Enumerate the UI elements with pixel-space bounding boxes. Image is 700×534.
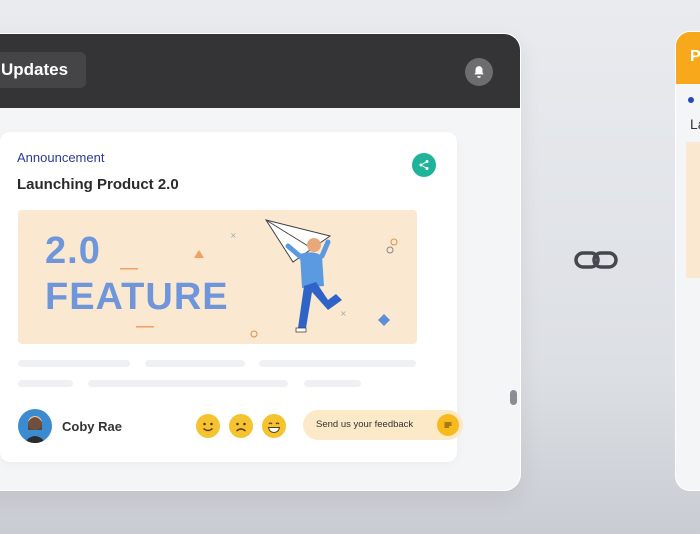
bell-icon[interactable] — [465, 58, 493, 86]
feedback-label: Send us your feedback — [316, 419, 414, 430]
category-label: Announcement — [17, 150, 105, 165]
right-panel-heading: P — [690, 48, 700, 65]
placeholder-line — [145, 360, 245, 367]
right-panel-header: P — [676, 32, 700, 84]
feedback-button[interactable]: Send us your feedback — [303, 410, 463, 440]
placeholder-line — [18, 380, 73, 387]
avatar[interactable] — [18, 409, 52, 443]
updates-panel: Updates Announcement Launching Product 2… — [0, 34, 520, 490]
chat-icon[interactable] — [437, 414, 459, 436]
banner-illustration: × × — [120, 219, 398, 338]
share-icon[interactable] — [412, 153, 436, 177]
tab-updates[interactable]: Updates — [0, 52, 86, 88]
placeholder-line — [88, 380, 288, 387]
link-icon — [574, 249, 618, 276]
svg-text:×: × — [340, 309, 347, 318]
scrollbar-thumb[interactable] — [510, 390, 517, 405]
feature-banner: 2.0 FEATURE × × — [18, 210, 417, 344]
announcement-card: Announcement Launching Product 2.0 2.0 F… — [0, 132, 463, 462]
placeholder-line — [18, 360, 130, 367]
right-panel: P La — [676, 32, 700, 490]
card-title: Launching Product 2.0 — [17, 176, 179, 193]
right-panel-banner — [686, 142, 700, 278]
top-bar: Updates — [0, 34, 520, 108]
grin-emoji-icon[interactable] — [262, 414, 286, 438]
placeholder-line — [259, 360, 416, 367]
svg-text:×: × — [230, 231, 237, 240]
sad-emoji-icon[interactable] — [229, 414, 253, 438]
placeholder-line — [304, 380, 361, 387]
status-dot — [688, 97, 694, 103]
happy-emoji-icon[interactable] — [196, 414, 220, 438]
author-name: Coby Rae — [62, 419, 122, 434]
right-panel-text: La — [690, 116, 700, 132]
